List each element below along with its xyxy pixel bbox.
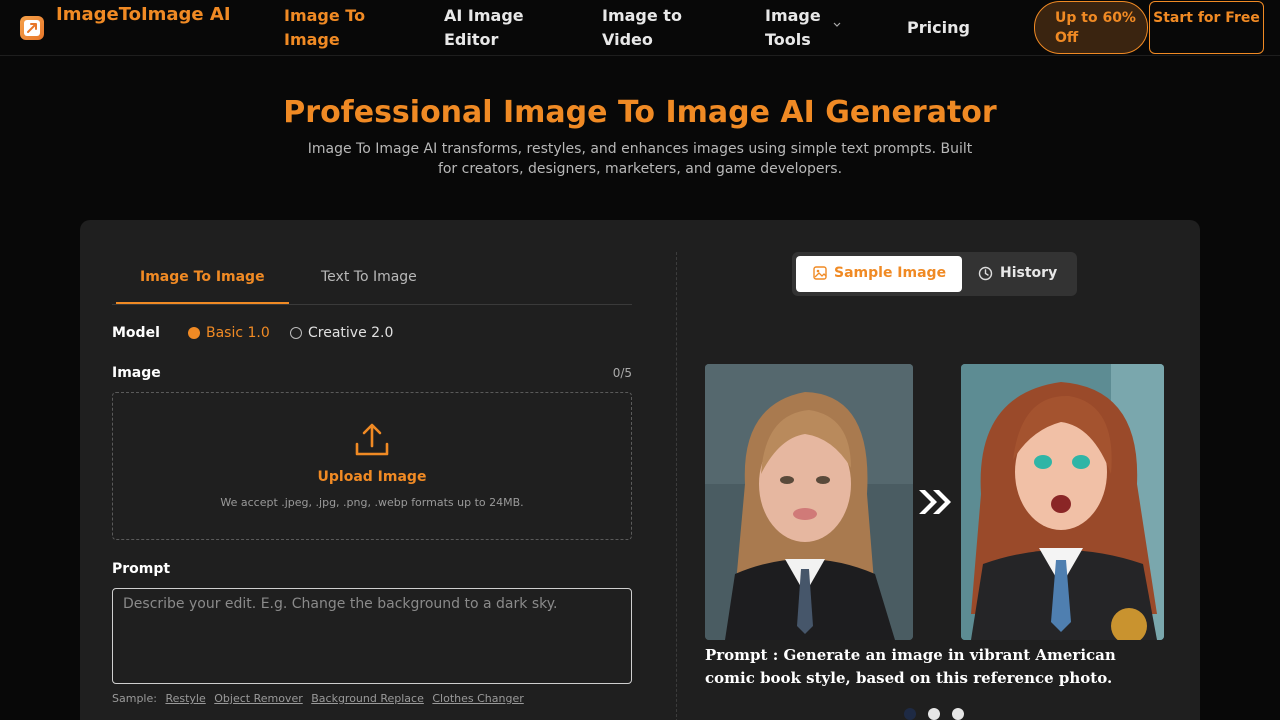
sample-before-image [705,364,913,640]
image-label: Image [112,365,161,381]
promo-badge-button[interactable]: Up to 60% Off [1034,1,1148,54]
nav-item-image-to-video[interactable]: Image to Video [602,4,712,52]
image-count: 0/5 [612,366,632,380]
radio-creative-label[interactable]: Creative 2.0 [308,324,393,342]
nav-item-ai-image-editor[interactable]: AI Image Editor [444,4,554,52]
panel-divider [676,252,677,720]
carousel-dot-2[interactable] [928,708,940,720]
upload-icon[interactable] [354,422,390,458]
sample-object-remover-link[interactable]: Object Remover [214,692,302,705]
clock-icon [978,266,993,281]
nav-item-image-to-image[interactable]: Image To Image [284,4,394,52]
samples-label: Sample: [112,692,157,705]
nav-item-image-tools[interactable]: Image Tools [765,4,827,52]
upload-format-hint: We accept .jpeg, .jpg, .png, .webp forma… [220,496,524,509]
tab-image-to-image[interactable]: Image To Image [140,268,265,286]
sample-after-image [961,364,1164,640]
upload-dropzone[interactable] [112,392,632,540]
double-chevron-right-icon [919,490,951,514]
sample-prompts: Sample: Restyle Object Remover Backgroun… [112,692,524,706]
page-subtitle: Image To Image AI transforms, restyles, … [307,141,973,177]
radio-basic[interactable] [188,327,200,339]
sample-prompt-caption: Prompt : Generate an image in vibrant Am… [705,646,1116,687]
prompt-label: Prompt [112,561,171,577]
nav-item-pricing[interactable]: Pricing [907,16,987,40]
sample-clothes-changer-link[interactable]: Clothes Changer [432,692,523,705]
carousel-dot-3[interactable] [952,708,964,720]
top-nav: ImageToImage AI Image To Image AI Image … [0,0,1280,56]
sample-restyle-link[interactable]: Restyle [165,692,205,705]
model-label: Model [112,325,160,341]
sample-background-replace-link[interactable]: Background Replace [311,692,424,705]
tab-sample-image-label[interactable]: Sample Image [834,264,946,282]
radio-basic-label[interactable]: Basic 1.0 [206,324,270,342]
radio-creative[interactable] [290,327,302,339]
upload-image-label[interactable]: Upload Image [112,468,632,486]
chevron-down-icon[interactable] [833,22,841,28]
tab-text-to-image[interactable]: Text To Image [321,268,417,286]
tab-history[interactable]: History [1000,264,1057,282]
logo-icon[interactable] [20,16,44,40]
prompt-input[interactable] [112,588,632,684]
brand-name[interactable]: ImageToImage AI [56,2,236,28]
active-tab-indicator [116,302,289,304]
page-title: Professional Image To Image AI Generator [283,95,997,130]
image-icon [813,266,827,280]
carousel-dot-1[interactable] [904,708,916,720]
start-for-free-button[interactable]: Start for Free [1149,1,1264,54]
tabs-baseline [112,304,632,305]
